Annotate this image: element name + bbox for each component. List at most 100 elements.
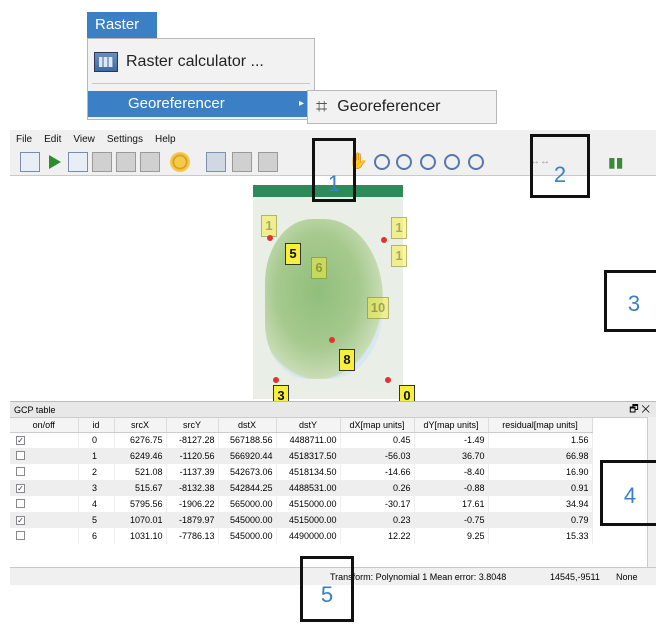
table-cell-dsty: 4518134.50 bbox=[276, 464, 341, 480]
menu-edit[interactable]: Edit bbox=[38, 134, 67, 145]
status-transform: Transform: Polynomial 1 Mean error: 3.80… bbox=[330, 572, 507, 582]
gcp-marker[interactable]: 8 bbox=[339, 349, 355, 371]
table-row[interactable]: ✓ 0 6276.75 -8127.28 567188.56 4488711.00 0.45… bbox=[10, 432, 593, 448]
submenu-georeferencer-label: Georeferencer bbox=[337, 98, 441, 115]
col-header[interactable]: id bbox=[78, 418, 115, 433]
table-cell-dsty: 4515000.00 bbox=[276, 512, 341, 528]
gcp-marker-ghost: 6 bbox=[311, 257, 327, 279]
gcp-point bbox=[273, 377, 279, 383]
gcp-point bbox=[267, 235, 273, 241]
table-cell-dsty: 4490000.00 bbox=[276, 528, 341, 544]
georeferencer-submenu-item[interactable]: ⌗ Georeferencer bbox=[307, 90, 497, 124]
gcp-enabled-checkbox[interactable]: ✓ bbox=[16, 436, 25, 446]
gcp-enabled-checkbox[interactable] bbox=[16, 466, 25, 476]
move-gcp-icon[interactable] bbox=[258, 152, 278, 172]
raster-menu[interactable]: Raster bbox=[87, 12, 157, 38]
zoom-in-icon[interactable] bbox=[374, 154, 390, 170]
table-cell-srcx: 6276.75 bbox=[114, 432, 167, 448]
georeferencer-menu-item[interactable]: Georeferencer ▸ bbox=[88, 91, 314, 117]
table-cell-residual: 0.79 bbox=[488, 512, 593, 528]
histogram-stretch-icon[interactable]: ▮▮ bbox=[608, 152, 628, 172]
table-row[interactable]: 6 1031.10 -7786.13 545000.00 4490000.00 12.22… bbox=[10, 528, 593, 544]
table-cell-id: 3 bbox=[78, 480, 115, 496]
map-canvas[interactable]: 1 1 1 6 10 5 8 3 0 bbox=[10, 176, 656, 407]
col-header[interactable]: dY[map units] bbox=[414, 418, 489, 433]
table-cell-dy: 36.70 bbox=[414, 448, 489, 464]
submenu-arrow-icon: ▸ bbox=[298, 98, 304, 109]
status-crs: None bbox=[616, 572, 638, 582]
table-cell-residual: 34.94 bbox=[488, 496, 593, 512]
gcp-marker-ghost: 10 bbox=[367, 297, 389, 319]
table-cell-srcx: 1070.01 bbox=[114, 512, 167, 528]
gcp-point bbox=[385, 377, 391, 383]
gcp-enabled-checkbox[interactable] bbox=[16, 450, 25, 460]
callout-2: 2 bbox=[530, 134, 590, 198]
raster-calculator-label: Raster calculator ... bbox=[126, 53, 264, 70]
on-off-cell bbox=[10, 448, 79, 464]
menu-view[interactable]: View bbox=[67, 134, 101, 145]
table-row[interactable]: 2 521.08 -1137.39 542673.06 4518134.50 -14.66… bbox=[10, 464, 593, 480]
table-cell-dy: -0.75 bbox=[414, 512, 489, 528]
table-cell-dsty: 4518317.50 bbox=[276, 448, 341, 464]
table-row[interactable]: ✓ 5 1070.01 -1879.97 545000.00 4515000.00 0.23… bbox=[10, 512, 593, 528]
col-header[interactable]: dX[map units] bbox=[340, 418, 415, 433]
gcp-table: on/off id srcX srcY dstX dstY dX[map uni… bbox=[10, 417, 656, 567]
table-cell-dy: -1.49 bbox=[414, 432, 489, 448]
dock-controls-icon[interactable]: 🗗 ✕ bbox=[629, 402, 650, 418]
gcp-enabled-checkbox[interactable]: ✓ bbox=[16, 484, 25, 493]
table-row[interactable]: 1 6249.46 -1120.56 566920.44 4518317.50 -56.0… bbox=[10, 448, 593, 464]
table-cell-dx: 0.26 bbox=[340, 480, 415, 496]
add-raster-icon[interactable] bbox=[20, 152, 40, 172]
col-header[interactable]: on/off bbox=[10, 418, 79, 433]
menu-help[interactable]: Help bbox=[149, 134, 182, 145]
add-point-icon[interactable] bbox=[206, 152, 226, 172]
transform-settings-icon[interactable] bbox=[170, 152, 190, 172]
zoom-last-icon[interactable] bbox=[444, 154, 460, 170]
raster-calculator-item[interactable]: Raster calculator ... bbox=[88, 47, 314, 77]
table-cell-srcy: -7786.13 bbox=[166, 528, 219, 544]
gcp-enabled-checkbox[interactable]: ✓ bbox=[16, 516, 25, 525]
callout-5: 5 bbox=[300, 556, 354, 622]
on-off-cell bbox=[10, 528, 79, 544]
col-header[interactable]: srcX bbox=[114, 418, 167, 433]
on-off-cell bbox=[10, 464, 79, 480]
gcp-enabled-checkbox[interactable] bbox=[16, 498, 25, 508]
load-gcp-icon[interactable] bbox=[92, 152, 112, 172]
delete-point-icon[interactable] bbox=[232, 152, 252, 172]
table-cell-residual: 15.33 bbox=[488, 528, 593, 544]
table-cell-dy: 9.25 bbox=[414, 528, 489, 544]
gcp-table-title-bar: GCP table 🗗 ✕ bbox=[10, 401, 656, 417]
table-cell-dx: -56.03 bbox=[340, 448, 415, 464]
callout-3: 3 bbox=[604, 270, 656, 332]
zoom-out-icon[interactable] bbox=[396, 154, 412, 170]
gcp-point bbox=[329, 337, 335, 343]
gcp-marker[interactable]: 5 bbox=[285, 243, 301, 265]
zoom-next-icon[interactable] bbox=[468, 154, 484, 170]
table-cell-residual: 66.98 bbox=[488, 448, 593, 464]
col-header[interactable]: srcY bbox=[166, 418, 219, 433]
col-header[interactable]: residual[map units] bbox=[488, 418, 593, 433]
table-cell-srcx: 5795.56 bbox=[114, 496, 167, 512]
table-cell-dx: 0.23 bbox=[340, 512, 415, 528]
table-cell-dstx: 567188.56 bbox=[218, 432, 277, 448]
table-row[interactable]: 4 5795.56 -1906.22 565000.00 4515000.00 -30.1… bbox=[10, 496, 593, 512]
save-gcp-as-icon[interactable] bbox=[140, 152, 160, 172]
table-cell-id: 5 bbox=[78, 512, 115, 528]
col-header[interactable]: dstY bbox=[276, 418, 341, 433]
menu-file[interactable]: File bbox=[10, 134, 38, 145]
play-icon[interactable] bbox=[44, 152, 64, 172]
callout-4: 4 bbox=[600, 460, 656, 526]
col-header[interactable]: dstX bbox=[218, 418, 277, 433]
on-off-cell: ✓ bbox=[10, 480, 79, 496]
table-cell-residual: 1.56 bbox=[488, 432, 593, 448]
status-coordinates: 14545,-9511 bbox=[550, 572, 600, 582]
scanned-map: 1 1 1 6 10 5 8 3 0 bbox=[253, 185, 415, 407]
table-cell-dy: -0.88 bbox=[414, 480, 489, 496]
menu-settings[interactable]: Settings bbox=[101, 134, 149, 145]
zoom-layer-icon[interactable] bbox=[420, 154, 436, 170]
table-cell-dsty: 4488711.00 bbox=[276, 432, 341, 448]
generate-script-icon[interactable] bbox=[68, 152, 88, 172]
table-row[interactable]: ✓ 3 515.67 -8132.38 542844.25 4488531.00 0.26-… bbox=[10, 480, 593, 496]
gcp-enabled-checkbox[interactable] bbox=[16, 530, 25, 540]
save-gcp-icon[interactable] bbox=[116, 152, 136, 172]
